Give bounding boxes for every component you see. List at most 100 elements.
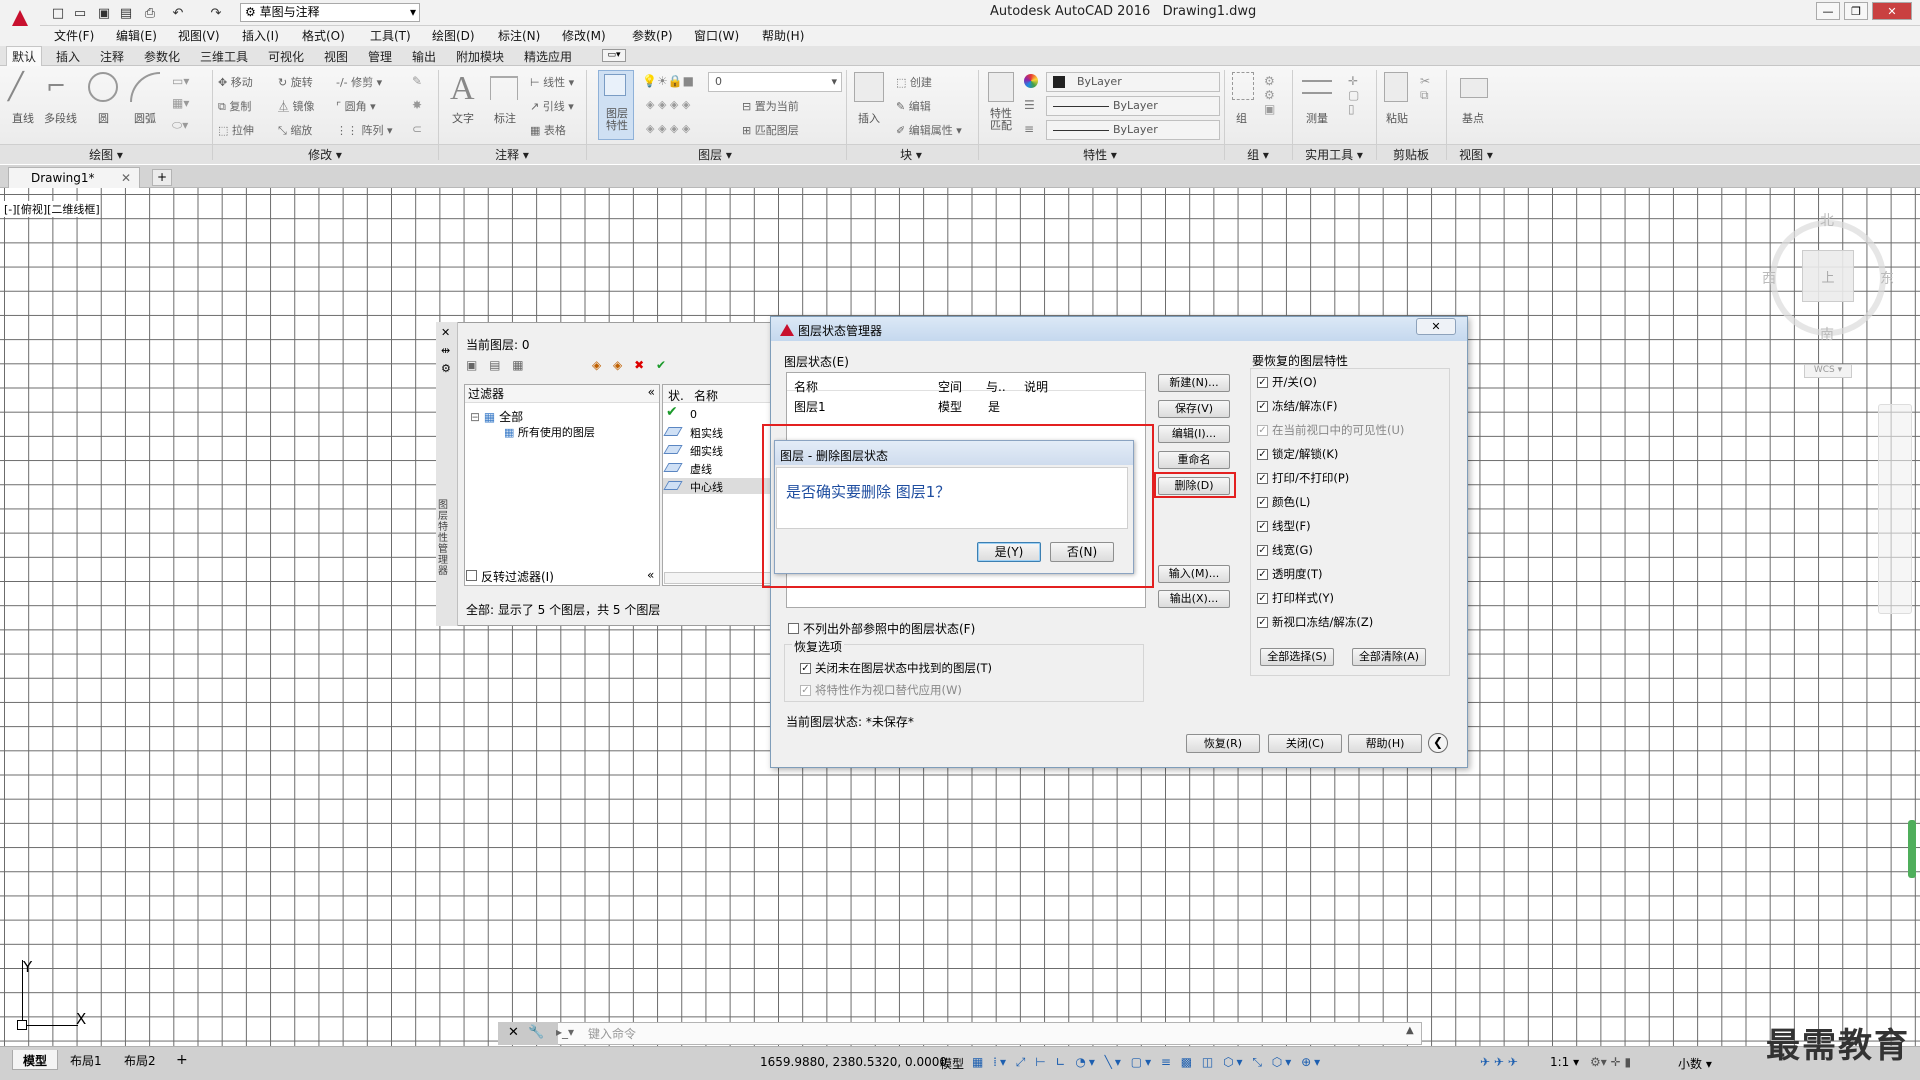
new-state-button[interactable]: 新建(N)... xyxy=(1158,374,1230,392)
offset-icon[interactable]: ⊂ xyxy=(412,122,422,136)
groups-panel-title[interactable]: 组 ▾ xyxy=(1224,146,1292,162)
undo-icon[interactable]: ↶ xyxy=(168,3,188,23)
restore-prop-plot[interactable]: ✓ 打印/不打印(P) xyxy=(1257,470,1349,486)
layout-tab-model[interactable]: 模型 xyxy=(12,1050,59,1070)
group-icon[interactable] xyxy=(1232,72,1254,100)
measure-icon[interactable] xyxy=(1302,80,1332,94)
draw-panel-title[interactable]: 绘图 ▾ xyxy=(0,146,212,162)
status-column-header[interactable]: 状. xyxy=(668,387,684,404)
rename-state-button[interactable]: 重命名 xyxy=(1158,451,1230,469)
scroll-indicator[interactable] xyxy=(1908,820,1916,878)
open-icon[interactable]: ▭ xyxy=(70,3,90,23)
export-state-button[interactable]: 输出(X)... xyxy=(1158,590,1230,608)
viewcube[interactable]: 上 xyxy=(1802,250,1854,302)
erase-icon[interactable]: ✎ xyxy=(412,74,422,88)
document-tab[interactable]: Drawing1* ✕ xyxy=(8,167,140,188)
checkbox-checked[interactable]: ✓ xyxy=(800,662,811,674)
compass-north[interactable]: 北 xyxy=(1820,210,1834,230)
no-button[interactable]: 否(N) xyxy=(1050,542,1114,562)
hatch-icon[interactable]: ▦▾ xyxy=(172,96,189,110)
restore-prop-plot-style[interactable]: ✓ 打印样式(Y) xyxy=(1257,590,1334,606)
checkbox-checked[interactable]: ✓ xyxy=(1257,544,1268,556)
text-icon[interactable]: A xyxy=(450,70,475,108)
view-panel-title[interactable]: 视图 ▾ xyxy=(1446,146,1506,162)
modify-panel-title[interactable]: 修改 ▾ xyxy=(212,146,438,162)
restore-button[interactable]: 恢复(R) xyxy=(1186,734,1260,753)
command-input[interactable]: 键入命令 xyxy=(588,1025,636,1042)
utilities-panel-title[interactable]: 实用工具 ▾ xyxy=(1292,146,1376,162)
ribbon-tab-annotate[interactable]: 注释 xyxy=(100,48,124,65)
annotation-scale[interactable]: 1:1 ▾ xyxy=(1550,1055,1579,1069)
annotation-panel-title[interactable]: 注释 ▾ xyxy=(438,146,586,162)
menu-view[interactable]: 视图(V) xyxy=(178,27,220,44)
command-line[interactable] xyxy=(498,1022,1422,1045)
restore-prop-on-off[interactable]: ✓ 开/关(O) xyxy=(1257,374,1317,390)
column-name[interactable]: 名称 xyxy=(794,378,818,395)
match-layer-tool[interactable]: ⊞ 匹配图层 xyxy=(742,122,799,138)
set-current-tool[interactable]: ⊟ 置为当前 xyxy=(742,98,799,114)
checkbox-checked[interactable]: ✓ xyxy=(1257,376,1268,388)
horizontal-scrollbar[interactable] xyxy=(664,572,772,584)
checkbox-checked[interactable]: ✓ xyxy=(1257,520,1268,532)
layer-row[interactable]: 0 xyxy=(690,408,697,421)
ribbon-tab-featured-apps[interactable]: 精选应用 xyxy=(524,48,572,65)
layout-tab-2[interactable]: 布局2 xyxy=(114,1050,166,1070)
compass-south[interactable]: 南 xyxy=(1820,324,1834,344)
edit-attributes-tool[interactable]: ✐ 编辑属性 ▾ xyxy=(896,122,962,138)
leader-tool[interactable]: ↗ 引线 ▾ xyxy=(530,98,574,114)
collapse-icon[interactable]: « xyxy=(648,385,655,399)
import-state-button[interactable]: 输入(M)... xyxy=(1158,565,1230,583)
layer-row[interactable]: 中心线 xyxy=(690,479,723,495)
menu-draw[interactable]: 绘图(D) xyxy=(432,27,475,44)
workspace-dropdown[interactable]: ⚙ 草图与注释 ▾ xyxy=(240,3,420,22)
help-button[interactable]: 帮助(H) xyxy=(1348,734,1422,753)
wrench-icon[interactable]: 🔧 xyxy=(528,1025,544,1040)
ribbon-tab-output[interactable]: 输出 xyxy=(412,48,436,65)
command-prompt-icon[interactable]: ▸_▾ xyxy=(556,1025,574,1039)
menu-modify[interactable]: 修改(M) xyxy=(562,27,606,44)
menu-insert[interactable]: 插入(I) xyxy=(242,27,279,44)
linetype-dropdown[interactable]: ByLayer xyxy=(1046,96,1220,116)
stretch-tool[interactable]: ⬚ 拉伸 xyxy=(218,122,254,138)
close-button[interactable]: 关闭(C) xyxy=(1268,734,1342,753)
redo-icon[interactable]: ↷ xyxy=(206,3,226,23)
block-panel-title[interactable]: 块 ▾ xyxy=(846,146,976,162)
ribbon-tab-3d-tools[interactable]: 三维工具 xyxy=(200,48,248,65)
new-tab-button[interactable]: + xyxy=(152,169,172,186)
color-dropdown[interactable]: ByLayer xyxy=(1046,72,1220,92)
restore-button[interactable]: ❐ xyxy=(1844,2,1868,20)
navigation-bar[interactable] xyxy=(1878,404,1912,614)
collapse-dialog-icon[interactable]: ❮ xyxy=(1428,733,1448,753)
ellipse-icon[interactable]: ⬭▾ xyxy=(172,118,188,133)
edit-state-button[interactable]: 编辑(I)... xyxy=(1158,425,1230,443)
save-state-button[interactable]: 保存(V) xyxy=(1158,400,1230,418)
restore-prop-lineweight[interactable]: ✓ 线宽(G) xyxy=(1257,542,1313,558)
collapse-icon[interactable]: « xyxy=(647,568,654,582)
ribbon-tab-parametric[interactable]: 参数化 xyxy=(144,48,180,65)
table-tool[interactable]: ▦ 表格 xyxy=(530,122,566,138)
layer-tools-row2[interactable]: ◈ ◈ ◈ ◈ xyxy=(646,122,690,135)
checkbox[interactable] xyxy=(466,570,477,581)
column-space[interactable]: 空间 xyxy=(938,378,962,395)
menu-dimension[interactable]: 标注(N) xyxy=(498,27,540,44)
rectangle-icon[interactable]: ▭▾ xyxy=(172,74,189,88)
close-icon[interactable]: ✕ xyxy=(441,326,450,339)
checkbox-checked[interactable]: ✓ xyxy=(1257,616,1268,628)
annotation-scale-icons[interactable]: ✈ ✈ ✈ xyxy=(1480,1055,1518,1069)
menu-help[interactable]: 帮助(H) xyxy=(762,27,804,44)
ribbon-display-toggle[interactable]: ▭▾ xyxy=(602,49,626,62)
restore-prop-lock[interactable]: ✓ 锁定/解锁(K) xyxy=(1257,446,1338,462)
dimension-icon[interactable] xyxy=(490,76,518,100)
scale-tool[interactable]: ⤡ 缩放 xyxy=(278,122,312,138)
fillet-tool[interactable]: ⌜ 圆角 ▾ xyxy=(336,98,376,114)
menu-tools[interactable]: 工具(T) xyxy=(370,27,411,44)
checkbox-checked[interactable]: ✓ xyxy=(1257,472,1268,484)
restore-prop-freeze[interactable]: ✓ 冻结/解冻(F) xyxy=(1257,398,1337,414)
close-icon[interactable]: ✕ xyxy=(1416,318,1456,335)
utility-tools[interactable]: ✛ ▢ ▯ xyxy=(1348,74,1359,116)
move-tool[interactable]: ✥ 移动 xyxy=(218,74,253,90)
properties-icon[interactable]: ⚙ xyxy=(441,362,451,375)
properties-panel-title[interactable]: 特性 ▾ xyxy=(978,146,1222,162)
layers-panel-title[interactable]: 图层 ▾ xyxy=(586,146,844,162)
paste-icon[interactable] xyxy=(1384,72,1408,102)
